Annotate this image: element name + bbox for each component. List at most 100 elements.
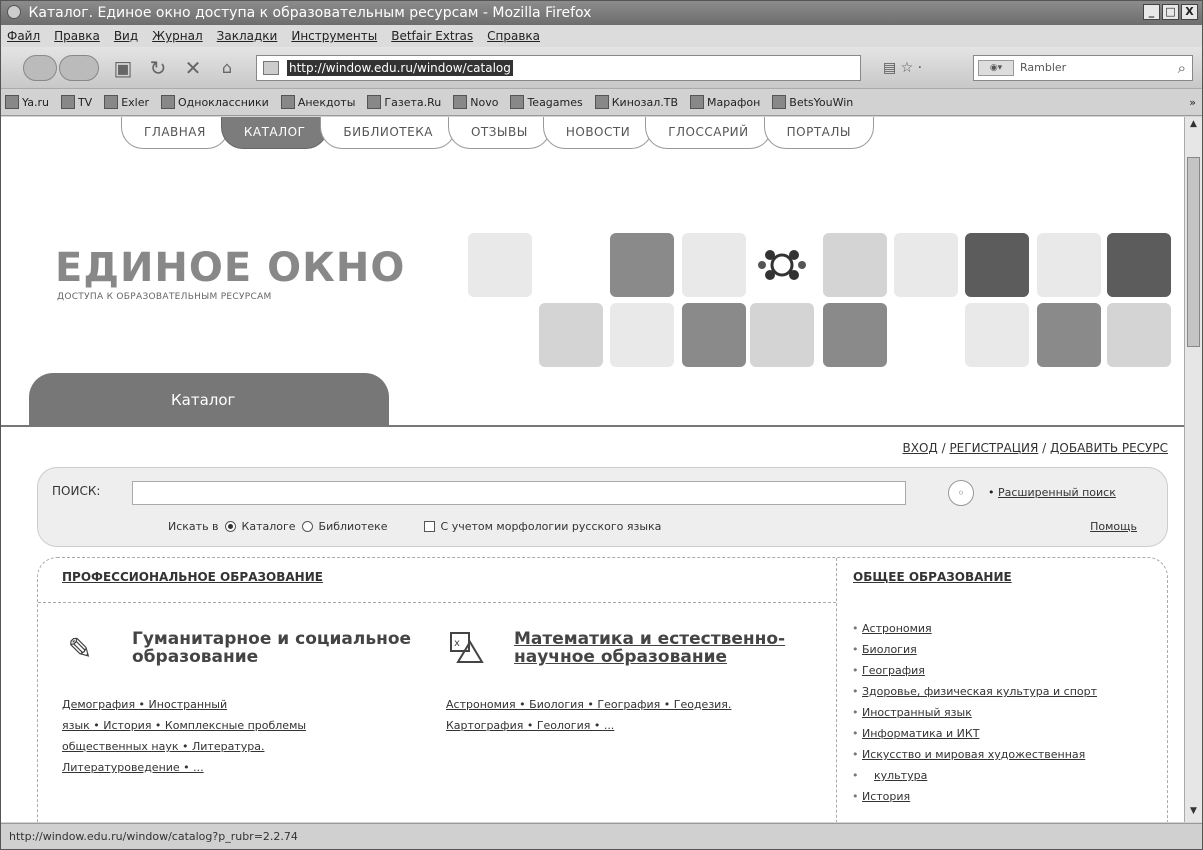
rubric-divider (836, 558, 837, 822)
bookmarks-toolbar: Ya.ru TV Exler Одноклассники Анекдоты Га… (1, 90, 1202, 116)
list-item[interactable]: История (852, 786, 1152, 807)
geometry-icon: x (446, 630, 486, 670)
bookmark-item[interactable]: Exler (104, 90, 149, 115)
bookmark-icon (161, 95, 175, 109)
bookmarks-overflow-button[interactable]: » (1189, 90, 1196, 115)
minimize-button[interactable]: _ (1143, 4, 1160, 20)
humanities-links[interactable]: Демография • Иностранный язык • История … (62, 694, 306, 778)
science-links[interactable]: Астрономия • Биология • География • Геод… (446, 694, 731, 736)
morphology-checkbox[interactable] (423, 521, 435, 532)
bookmark-icon (453, 95, 468, 109)
menu-help[interactable]: Справка (487, 25, 540, 47)
quill-icon: ✎ (67, 632, 93, 667)
magnifier-icon[interactable]: ⌕ (1178, 56, 1186, 80)
bookmark-item[interactable]: Одноклассники (161, 90, 269, 115)
svg-text:x: x (454, 638, 460, 649)
site-logo-subtitle: ДОСТУПА К ОБРАЗОВАТЕЛЬНЫМ РЕСУРСАМ (57, 292, 272, 302)
vertical-scrollbar[interactable]: ▲ ▼ (1184, 117, 1202, 822)
scrollbar-thumb[interactable] (1187, 157, 1200, 347)
menu-view[interactable]: Вид (114, 25, 138, 47)
bookmark-item[interactable]: Марафон (690, 90, 760, 115)
menu-history[interactable]: Журнал (152, 25, 203, 47)
bookmark-item[interactable]: Кинозал.ТВ (594, 90, 678, 115)
bookmark-icon (104, 95, 119, 109)
url-text: http://window.edu.ru/window/catalog (287, 60, 513, 76)
list-item[interactable]: География (852, 660, 1152, 681)
site-logo-title[interactable]: ЕДИНОЕ ОКНО (55, 245, 405, 291)
menu-tools[interactable]: Инструменты (291, 25, 377, 47)
list-item[interactable]: Искусство и мировая художественная (852, 744, 1152, 765)
home-group-icon[interactable]: ▣ (111, 57, 135, 79)
reload-icon[interactable]: ↻ (146, 57, 170, 79)
bookmark-item[interactable]: TV (60, 90, 92, 115)
search-in-label: Искать в (168, 520, 219, 533)
list-item[interactable]: Информатика и ИКТ (852, 723, 1152, 744)
browser-window: Каталог. Единое окно доступа к образоват… (0, 0, 1203, 850)
search-engine-box[interactable]: ◉▾ Rambler ⌕ (973, 55, 1193, 81)
tab-home[interactable]: ГЛАВНАЯ (121, 117, 229, 149)
science-title[interactable]: Математика и естественно- научное образо… (514, 630, 785, 666)
page-content: ГЛАВНАЯ КАТАЛОГ БИБЛИОТЕКА ОТЗЫВЫ НОВОСТ… (1, 117, 1184, 822)
bookmark-icon (5, 95, 19, 109)
menu-bookmarks[interactable]: Закладки (217, 25, 278, 47)
search-panel: ПОИСК: ◦ • Расширенный поиск Искать в Ка… (37, 467, 1168, 547)
professional-education-link[interactable]: ПРОФЕССИОНАЛЬНОЕ ОБРАЗОВАНИЕ (62, 570, 323, 584)
address-bar[interactable]: http://window.edu.ru/window/catalog (256, 55, 861, 81)
mosaic-tile (468, 233, 532, 297)
mosaic-tile (610, 303, 674, 367)
tab-portals[interactable]: ПОРТАЛЫ (763, 117, 874, 149)
search-engine-selector[interactable]: ◉▾ (978, 60, 1014, 76)
menu-betfair[interactable]: Betfair Extras (391, 25, 473, 47)
firefox-icon (7, 5, 21, 19)
forward-button[interactable] (59, 55, 99, 81)
bookmark-item[interactable]: Teagames (510, 90, 583, 115)
bookmark-item[interactable]: Газета.Ru (367, 90, 441, 115)
restore-button[interactable]: □ (1162, 4, 1179, 20)
add-resource-link[interactable]: ДОБАВИТЬ РЕСУРС (1050, 441, 1168, 455)
mosaic-tile (1037, 233, 1101, 297)
login-link[interactable]: ВХОД (902, 441, 937, 455)
close-button[interactable]: X (1181, 4, 1198, 20)
list-item[interactable]: Здоровье, физическая культура и спорт (852, 681, 1152, 702)
back-button[interactable] (23, 55, 57, 81)
stop-icon[interactable]: ✕ (181, 57, 205, 79)
tab-glossary[interactable]: ГЛОССАРИЙ (645, 117, 772, 149)
tab-catalog[interactable]: КАТАЛОГ (220, 117, 329, 149)
mosaic-tile (750, 303, 814, 367)
bookmark-item[interactable]: Ya.ru (5, 90, 49, 115)
list-item[interactable]: Иностранный язык (852, 702, 1152, 723)
menu-file[interactable]: Файл (7, 25, 40, 47)
bookmark-item[interactable]: Novo (453, 90, 498, 115)
home-icon[interactable]: ⌂ (215, 57, 239, 79)
bookmark-item[interactable]: BetsYouWin (772, 90, 853, 115)
radio-library[interactable] (301, 521, 313, 532)
help-link[interactable]: Помощь (1090, 520, 1137, 533)
rubric-divider (38, 602, 836, 603)
status-bar: http://window.edu.ru/window/catalog?p_ru… (1, 823, 1202, 849)
menu-edit[interactable]: Правка (54, 25, 100, 47)
tab-news[interactable]: НОВОСТИ (542, 117, 654, 149)
list-item-continuation[interactable]: культура (852, 765, 1152, 786)
register-link[interactable]: РЕГИСТРАЦИЯ (949, 441, 1038, 455)
bookmark-icon (280, 95, 295, 109)
bookmark-item[interactable]: Анекдоты (280, 90, 355, 115)
scroll-down-icon[interactable]: ▼ (1187, 806, 1200, 820)
list-item[interactable]: Астрономия (852, 618, 1152, 639)
advanced-search-link[interactable]: • Расширенный поиск (988, 486, 1116, 499)
tab-reviews[interactable]: ОТЗЫВЫ (447, 117, 551, 149)
mosaic-photo (965, 233, 1029, 297)
bookmark-icon (510, 95, 525, 109)
morphology-label: С учетом морфологии русского языка (440, 520, 662, 533)
general-education-link[interactable]: ОБЩЕЕ ОБРАЗОВАНИЕ (853, 570, 1012, 584)
search-label: ПОИСК: (52, 484, 101, 498)
tab-library[interactable]: БИБЛИОТЕКА (320, 117, 456, 149)
radio-catalog[interactable] (224, 521, 236, 532)
search-input[interactable] (132, 481, 906, 505)
list-item[interactable]: Биология (852, 639, 1152, 660)
auth-separator: / (1038, 441, 1051, 455)
humanities-title[interactable]: Гуманитарное и социальное образование (132, 630, 411, 666)
scroll-up-icon[interactable]: ▲ (1187, 119, 1200, 133)
feed-star-icons[interactable]: ▤ ☆ · (883, 60, 922, 76)
search-submit-button[interactable]: ◦ (948, 480, 974, 506)
title-bar: Каталог. Единое окно доступа к образоват… (1, 1, 1202, 25)
